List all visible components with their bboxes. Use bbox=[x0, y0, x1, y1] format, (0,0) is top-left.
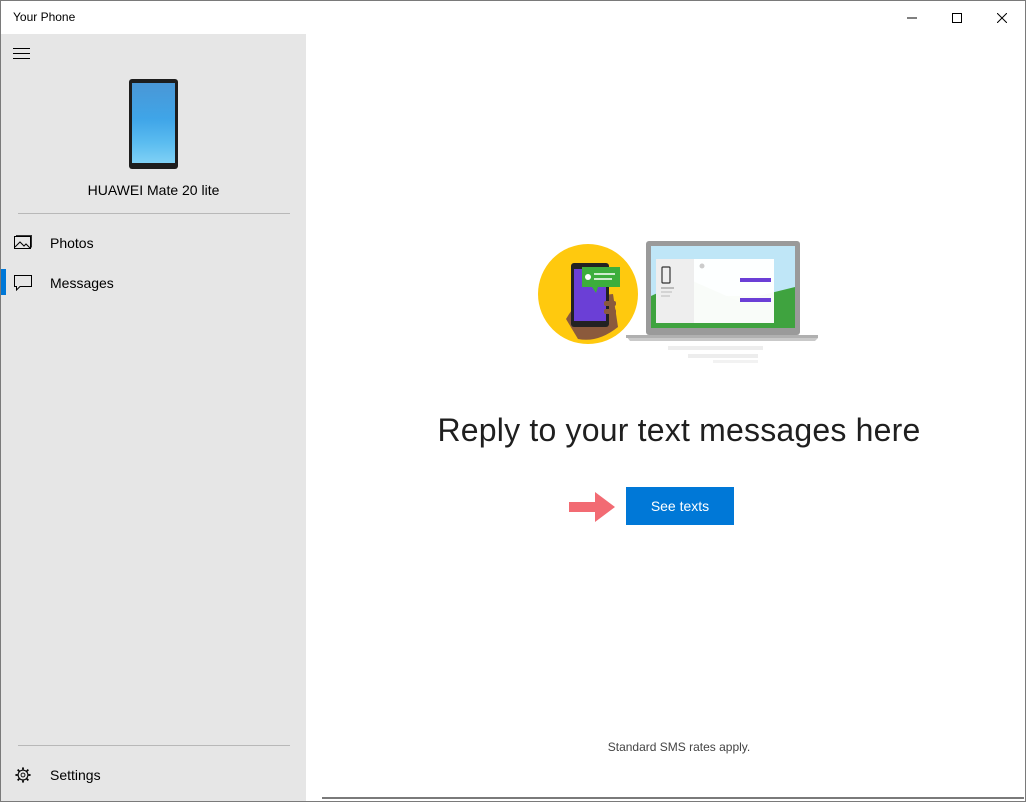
title-bar[interactable]: Your Phone bbox=[1, 1, 1025, 34]
phone-device-image bbox=[129, 79, 178, 169]
app-window: Your Phone HUAWEI Mate 20 lite Photos Me… bbox=[0, 0, 1026, 802]
sidebar-divider bbox=[18, 745, 290, 746]
photos-icon bbox=[14, 235, 32, 249]
close-icon bbox=[997, 12, 1007, 23]
sidebar-divider bbox=[18, 213, 290, 214]
minimize-icon bbox=[907, 17, 917, 18]
main-content: Reply to your text messages here See tex… bbox=[306, 34, 1025, 801]
messages-icon bbox=[14, 275, 32, 291]
gear-icon bbox=[15, 767, 31, 783]
see-texts-button[interactable]: See texts bbox=[626, 487, 734, 525]
sidebar-item-photos[interactable]: Photos bbox=[1, 223, 306, 263]
sidebar-item-label: Photos bbox=[50, 235, 94, 251]
horizontal-scrollbar[interactable] bbox=[322, 797, 1024, 799]
arrow-right-icon bbox=[569, 492, 615, 522]
minimize-button[interactable] bbox=[889, 1, 935, 34]
close-button[interactable] bbox=[979, 1, 1025, 34]
sidebar: HUAWEI Mate 20 lite Photos Messages Sett… bbox=[1, 34, 306, 801]
maximize-icon bbox=[952, 12, 962, 23]
maximize-button[interactable] bbox=[934, 1, 980, 34]
hamburger-menu-icon[interactable] bbox=[13, 48, 30, 60]
sidebar-item-label: Settings bbox=[50, 767, 101, 783]
sidebar-item-settings[interactable]: Settings bbox=[1, 755, 306, 795]
page-headline: Reply to your text messages here bbox=[437, 412, 921, 448]
sidebar-item-messages[interactable]: Messages bbox=[1, 263, 306, 303]
sms-rates-note: Standard SMS rates apply. bbox=[607, 740, 751, 754]
sidebar-item-label: Messages bbox=[50, 275, 114, 291]
window-title: Your Phone bbox=[13, 10, 76, 24]
device-name: HUAWEI Mate 20 lite bbox=[87, 182, 220, 198]
messages-illustration bbox=[538, 241, 818, 363]
